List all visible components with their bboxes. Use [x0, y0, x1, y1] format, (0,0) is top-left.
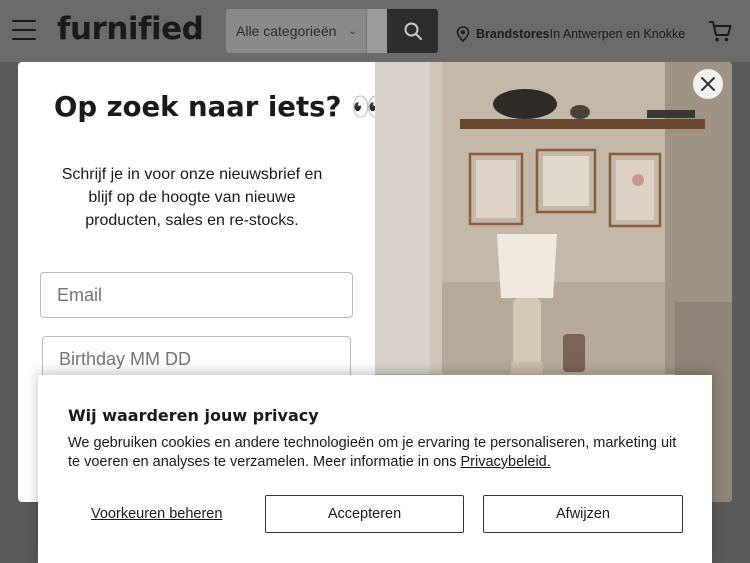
- reject-button[interactable]: Afwijzen: [483, 495, 683, 533]
- close-popup-button[interactable]: [693, 69, 723, 99]
- search-bar: Alle categorieën ⌄: [226, 9, 438, 53]
- site-header: furnified Alle categorieën ⌄ Brandstores…: [0, 0, 750, 62]
- manage-preferences-link[interactable]: Voorkeuren beheren: [91, 506, 222, 522]
- hamburger-icon[interactable]: [12, 20, 36, 40]
- popup-title: Op zoek naar iets? 👀: [54, 91, 386, 123]
- search-input[interactable]: [366, 9, 387, 53]
- category-select[interactable]: Alle categorieën ⌄: [226, 9, 366, 53]
- popup-description: Schrijf je in voor onze nieuwsbrief en b…: [61, 166, 323, 229]
- search-button[interactable]: [387, 9, 438, 53]
- cookie-banner: Wij waarderen jouw privacy We gebruiken …: [38, 375, 712, 563]
- cart-icon[interactable]: [707, 18, 733, 44]
- cookie-description: We gebruiken cookies en andere technolog…: [68, 434, 688, 472]
- logo[interactable]: furnified: [57, 11, 204, 47]
- category-select-label: Alle categorieën: [236, 23, 337, 39]
- location-pin-icon: [456, 26, 470, 42]
- cookie-description-text: We gebruiken cookies en andere technolog…: [68, 435, 677, 470]
- brandstores-link[interactable]: BrandstoresIn Antwerpen en Knokke: [456, 26, 685, 42]
- chevron-down-icon: ⌄: [348, 25, 357, 37]
- privacy-policy-link[interactable]: Privacybeleid.: [461, 454, 551, 470]
- accept-button[interactable]: Accepteren: [265, 495, 464, 533]
- cookie-title: Wij waarderen jouw privacy: [68, 406, 319, 425]
- brandstores-label: Brandstores: [476, 27, 550, 41]
- email-field[interactable]: [40, 272, 353, 318]
- brandstores-location: In Antwerpen en Knokke: [549, 27, 686, 41]
- close-icon: [701, 77, 715, 91]
- search-icon: [404, 22, 422, 40]
